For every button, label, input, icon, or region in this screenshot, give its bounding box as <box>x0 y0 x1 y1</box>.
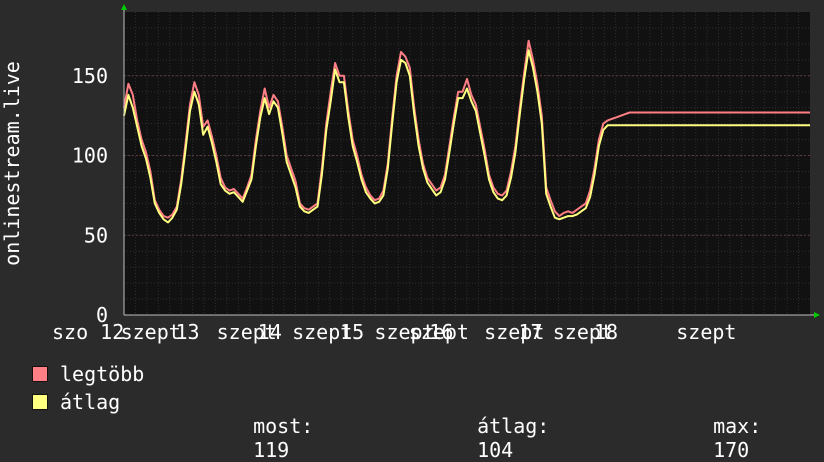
x-tick-label: 16 <box>429 320 453 344</box>
legend-row-atlag: átlag <box>32 390 121 414</box>
y-axis-label: onlinestream.live <box>0 61 24 266</box>
legend-label-atlag: átlag <box>60 390 121 414</box>
stat-atlag-value: 104 <box>477 438 514 462</box>
x-tick-label: szo 12 <box>52 320 124 344</box>
stat-most-label: most: <box>253 414 314 438</box>
x-tick-label: szept <box>121 320 181 344</box>
x-tick-label: szept <box>676 320 736 344</box>
x-axis-arrow <box>814 312 820 318</box>
x-tick-label: 18 <box>594 320 618 344</box>
stat-max-value: 170 <box>713 438 750 462</box>
legend-label-legtobb: legtöbb <box>60 362 145 386</box>
y-tick-label: 100 <box>72 144 108 168</box>
x-tick-label: 17 <box>518 320 542 344</box>
legend-swatch-legtobb <box>32 366 48 382</box>
legend-swatch-atlag <box>32 394 48 410</box>
x-tick-label: 14 <box>258 320 282 344</box>
legend-row-legtobb: legtöbb <box>32 362 145 386</box>
stat-max: max: 170 <box>689 390 761 462</box>
x-tick-label: 15 <box>340 320 364 344</box>
stat-most: most: 119 <box>229 390 313 462</box>
stat-most-value: 119 <box>253 438 290 462</box>
stat-atlag: átlag: 104 <box>453 390 549 462</box>
y-axis-arrow <box>121 4 127 10</box>
stat-max-label: max: <box>713 414 762 438</box>
y-tick-label: 150 <box>72 64 108 88</box>
x-tick-label: 13 <box>175 320 199 344</box>
stat-atlag-label: átlag: <box>477 414 550 438</box>
y-tick-label: 50 <box>84 223 108 247</box>
